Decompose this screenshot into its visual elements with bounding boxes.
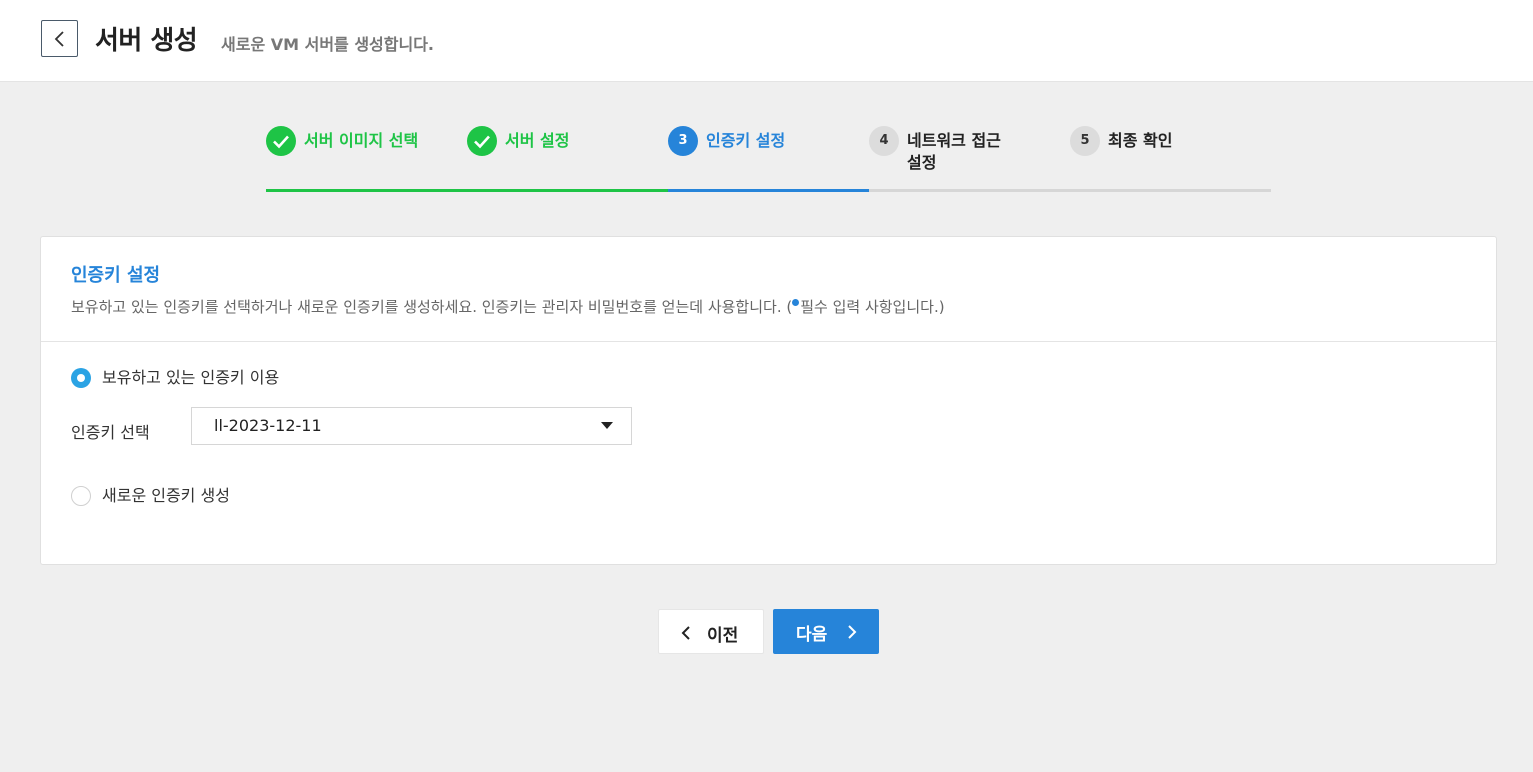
page-title: 서버 생성	[95, 26, 198, 56]
step-progress-bar	[1070, 189, 1271, 192]
back-button[interactable]	[41, 20, 78, 57]
required-note: 필수 입력 사항입니다.)	[800, 298, 945, 316]
required-dot-icon	[792, 299, 800, 306]
progress-stepper: 서버 이미지 선택 서버 설정 3 인증키 설정 4 네트워크 접근 설정 5 …	[266, 126, 1271, 192]
previous-label: 이전	[707, 626, 739, 646]
next-label: 다음	[796, 625, 828, 645]
step-label: 최종 확인	[1108, 131, 1173, 150]
radio-label: 보유하고 있는 인증키 이용	[102, 368, 280, 387]
key-select-dropdown[interactable]: ll-2023-12-11	[191, 407, 632, 445]
step-label: 서버 이미지 선택	[304, 131, 419, 150]
key-select-label: 인증키 선택	[71, 423, 150, 442]
step-network-access: 4 네트워크 접근 설정	[869, 126, 1070, 192]
step-number: 3	[668, 126, 698, 156]
previous-button[interactable]: 이전	[658, 609, 764, 654]
caret-down-icon	[601, 422, 613, 429]
step-progress-bar	[266, 189, 467, 192]
step-auth-key: 3 인증키 설정	[668, 126, 869, 192]
radio-selected-icon[interactable]	[71, 368, 91, 388]
step-progress-bar	[668, 189, 869, 192]
card-description: 보유하고 있는 인증키를 선택하거나 새로운 인증키를 생성하세요. 인증키는 …	[71, 296, 945, 317]
step-label: 서버 설정	[505, 131, 570, 150]
step-server-image: 서버 이미지 선택	[266, 126, 467, 192]
step-number: 4	[869, 126, 899, 156]
step-number: 5	[1070, 126, 1100, 156]
step-server-settings: 서버 설정	[467, 126, 668, 192]
check-icon	[467, 126, 497, 156]
step-label: 인증키 설정	[706, 131, 786, 150]
step-label: 네트워크 접근 설정	[907, 131, 1001, 172]
auth-key-card: 인증키 설정 보유하고 있는 인증키를 선택하거나 새로운 인증키를 생성하세요…	[40, 236, 1497, 565]
card-header: 인증키 설정 보유하고 있는 인증키를 선택하거나 새로운 인증키를 생성하세요…	[41, 237, 1496, 342]
top-header-bar: 서버 생성 새로운 VM 서버를 생성합니다.	[0, 0, 1533, 82]
check-icon	[266, 126, 296, 156]
radio-unselected-icon[interactable]	[71, 486, 91, 506]
step-progress-bar	[869, 189, 1070, 192]
description-text: 보유하고 있는 인증키를 선택하거나 새로운 인증키를 생성하세요. 인증키는 …	[71, 298, 793, 316]
step-progress-bar	[467, 189, 668, 192]
next-button[interactable]: 다음	[773, 609, 879, 654]
chevron-right-icon	[848, 625, 857, 639]
card-title: 인증키 설정	[71, 265, 161, 286]
step-final-review: 5 최종 확인	[1070, 126, 1271, 192]
chevron-left-icon	[681, 626, 690, 640]
key-select-value: ll-2023-12-11	[214, 416, 322, 435]
chevron-left-icon	[54, 31, 64, 47]
radio-label: 새로운 인증키 생성	[102, 486, 230, 505]
page-subtitle: 새로운 VM 서버를 생성합니다.	[221, 35, 435, 54]
